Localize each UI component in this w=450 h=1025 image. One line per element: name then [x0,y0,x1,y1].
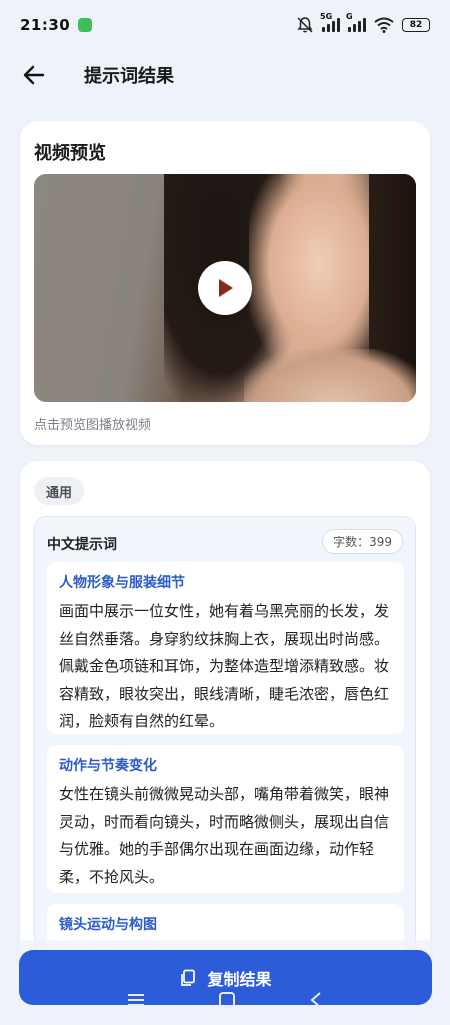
play-button[interactable] [198,261,252,315]
section-title: 镜头运动与构图 [59,917,157,933]
wifi-icon [374,17,394,33]
video-thumbnail[interactable] [34,174,416,402]
prompt-section: 动作与节奏变化 女性在镜头前微微晃动头部，嘴角带着微笑，眼神灵动，时而看向镜头，… [47,745,404,893]
network-type-label-2: G [346,12,353,21]
section-body: 女性在镜头前微微晃动头部，嘴角带着微笑，眼神灵动，时而看向镜头，时而略微侧头，展… [59,785,390,886]
signal-icon-2: G [346,12,366,32]
back-arrow-icon [23,65,45,85]
category-tag[interactable]: 通用 [34,477,85,505]
thumbnail-shoulder [244,349,416,402]
nav-back-icon[interactable] [309,991,323,1009]
section-body: 画面中展示一位女性，她有着乌黑亮丽的长发，发丝自然垂落。身穿豹纹抹胸上衣，展现出… [59,602,390,730]
page-title: 提示词结果 [84,66,174,87]
section-title: 人物形象与服装细节 [59,575,185,591]
app-notification-icon [78,18,93,32]
status-icons: 5G G 82 [296,12,430,34]
result-card: 通用 中文提示词 字数：399 人物形象与服装细节 画面中展示一位女性，她有着乌… [20,461,430,1021]
video-preview-card: 视频预览 点击预览图播放视频 [20,121,430,445]
back-button[interactable] [14,55,54,95]
copy-icon [181,969,196,986]
mute-bell-icon [297,17,313,33]
thumbnail-face [249,174,389,374]
menu-icon[interactable] [127,993,145,1007]
home-icon[interactable] [218,991,236,1009]
app-header: 提示词结果 [0,50,450,100]
section-title: 动作与节奏变化 [59,758,157,774]
video-preview-title: 视频预览 [34,143,106,164]
play-icon [219,279,233,297]
chinese-prompt-title: 中文提示词 [47,537,117,553]
battery-icon: 82 [402,18,430,32]
status-time: 21:30 [20,16,71,34]
network-type-label: 5G [320,12,333,21]
status-bar: 21:30 5G G 82 [0,0,450,50]
preview-hint: 点击预览图播放视频 [34,418,152,433]
battery-level: 82 [409,20,423,30]
copy-result-label: 复制结果 [207,969,272,989]
signal-icon: 5G [320,12,340,32]
prompt-section: 人物形象与服装细节 画面中展示一位女性，她有着乌黑亮丽的长发，发丝自然垂落。身穿… [47,562,404,734]
word-count-badge: 字数：399 [322,529,403,554]
